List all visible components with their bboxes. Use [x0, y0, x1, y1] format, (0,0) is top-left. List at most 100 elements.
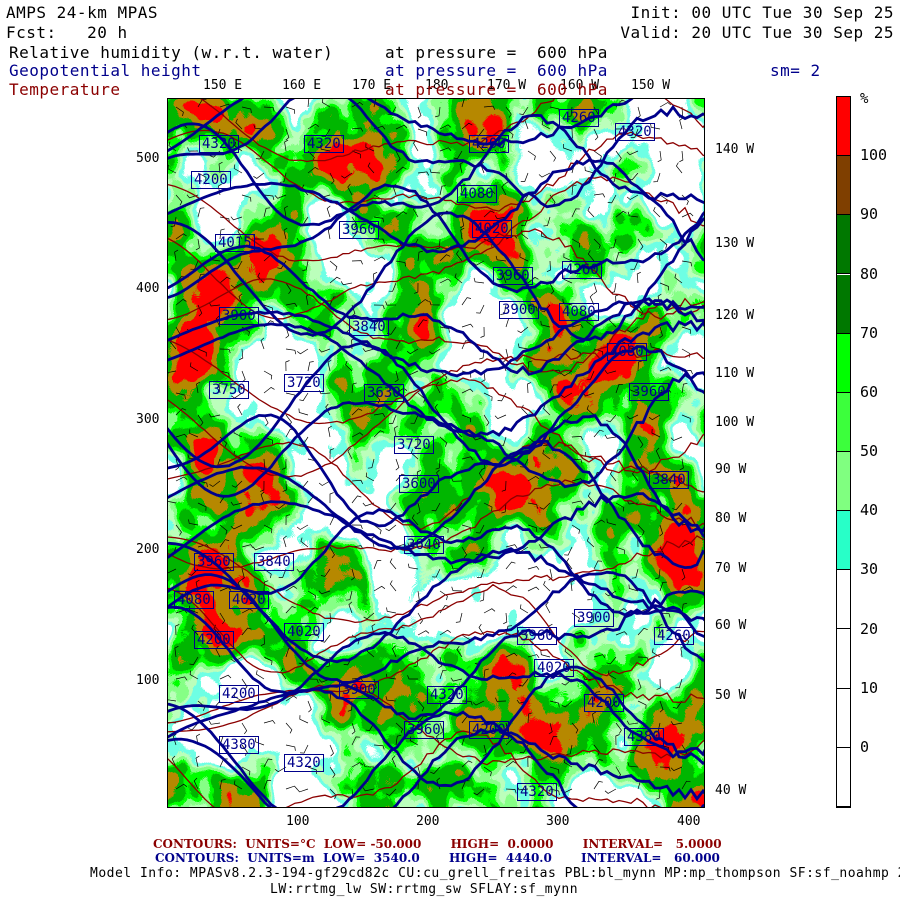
- valid-time: Valid: 20 UTC Tue 30 Sep 25: [620, 23, 894, 42]
- colorbar-segment: [837, 392, 850, 452]
- colorbar-label: 90: [860, 205, 879, 224]
- colorbar-label: 0: [860, 737, 870, 756]
- right-lon-label: 50 W: [715, 688, 747, 703]
- contour-label: 3960: [339, 221, 379, 239]
- contour-label: 3900: [339, 681, 379, 699]
- contour-label: 4260: [562, 261, 602, 279]
- temp-contour-info: CONTOURS: UNITS=°C LOW= -50.000 HIGH= 0.…: [153, 837, 722, 851]
- field-height-name: Geopotential height: [9, 61, 202, 80]
- contour-label: 4320: [615, 123, 655, 141]
- field-temp-level: at pressure = 600 hPa: [385, 80, 608, 99]
- right-lon-label: 110 W: [715, 366, 755, 381]
- height-contour-info: CONTOURS: UNITS=m LOW= 3540.0 HIGH= 4440…: [155, 851, 720, 865]
- left-y-label: 500: [136, 151, 160, 166]
- colorbar-label: 10: [860, 678, 879, 697]
- colorbar-segment: [837, 215, 850, 275]
- top-lon-label: 150 E: [203, 78, 243, 93]
- colorbar-segment: [837, 156, 850, 216]
- contour-label: 3750: [209, 381, 249, 399]
- colorbar-segment: [837, 511, 850, 571]
- contour-label: 4380: [624, 728, 664, 746]
- contour-label: 3900: [499, 301, 539, 319]
- contour-label: 4020: [284, 623, 324, 641]
- contour-label: 4320: [284, 754, 324, 772]
- contour-label: 3900: [219, 307, 259, 325]
- contour-label: 4320: [199, 135, 239, 153]
- right-lon-label: 100 W: [715, 415, 755, 430]
- contour-label: 3960: [404, 721, 444, 739]
- colorbar-label: 100: [860, 146, 888, 165]
- contour-label: 3960: [517, 627, 557, 645]
- contour-label: 4080: [559, 303, 599, 321]
- contour-label: 4260: [559, 109, 599, 127]
- right-lon-label: 90 W: [715, 462, 747, 477]
- contour-label: 4200: [469, 721, 509, 739]
- contour-label: 4320: [427, 686, 467, 704]
- colorbar-label: 40: [860, 501, 879, 520]
- bottom-x-label: 400: [677, 814, 701, 829]
- contour-label: 4020: [229, 591, 269, 609]
- model-info-physics: LW:rrtmg_lw SW:rrtmg_sw SFLAY:sf_mynn: [270, 882, 579, 897]
- contour-label: 4200: [219, 685, 259, 703]
- contour-label: 4200: [584, 694, 624, 712]
- forecast-hour: Fcst: 20 h: [6, 23, 128, 42]
- contour-label: 4260: [654, 627, 694, 645]
- contour-label: 3960: [194, 553, 234, 571]
- contour-label: 3840: [649, 471, 689, 489]
- colorbar-label: 20: [860, 619, 879, 638]
- right-lon-label: 80 W: [715, 511, 747, 526]
- bottom-x-label: 200: [416, 814, 440, 829]
- field-temp-name: Temperature: [9, 80, 121, 99]
- bottom-x-label: 300: [546, 814, 570, 829]
- contour-label: 4320: [517, 783, 557, 801]
- colorbar-segment: [837, 274, 850, 334]
- contour-label: 4200: [469, 135, 509, 153]
- colorbar-segment: [837, 570, 850, 630]
- colorbar-segment: [837, 97, 850, 157]
- contour-label: 4320: [304, 135, 344, 153]
- model-title: AMPS 24-km MPAS: [6, 3, 158, 22]
- colorbar-unit: %: [860, 91, 869, 107]
- right-lon-label: 70 W: [715, 561, 747, 576]
- colorbar-segment: [837, 333, 850, 393]
- top-lon-label: 150 W: [631, 78, 671, 93]
- contour-label: 3900: [574, 609, 614, 627]
- contour-label: 3640: [404, 536, 444, 554]
- left-y-label: 400: [136, 281, 160, 296]
- contour-label: 3840: [254, 553, 294, 571]
- colorbar-segment: [837, 452, 850, 512]
- bottom-x-label: 100: [286, 814, 310, 829]
- top-lon-label: 160 E: [282, 78, 322, 93]
- contour-label: 4080: [607, 343, 647, 361]
- contour-label: 4080: [174, 591, 214, 609]
- right-lon-label: 60 W: [715, 618, 747, 633]
- contour-label: 3960: [493, 267, 533, 285]
- contour-label: 3720: [284, 374, 324, 392]
- field-rh-name: Relative humidity (w.r.t. water): [9, 43, 334, 62]
- map-plot: 4260 4320 4320 4320 4200 4200 4080 4020 4015 3960…: [161, 73, 711, 858]
- contour-label: 3600: [399, 475, 439, 493]
- right-lon-label: 130 W: [715, 236, 755, 251]
- contour-label: 4080: [457, 185, 497, 203]
- right-lon-label: 120 W: [715, 308, 755, 323]
- colorbar-label: 60: [860, 382, 879, 401]
- contour-label: 4020: [534, 659, 574, 677]
- right-lon-label: 40 W: [715, 783, 747, 798]
- contour-label: 4200: [191, 171, 231, 189]
- colorbar-segment: [837, 688, 850, 748]
- contour-label: 3960: [629, 383, 669, 401]
- contour-label: 4015: [215, 234, 255, 252]
- smoothing-label: sm= 2: [770, 61, 821, 80]
- left-y-label: 300: [136, 412, 160, 427]
- colorbar-label: 80: [860, 264, 879, 283]
- colorbar-label: 50: [860, 442, 879, 460]
- left-y-label: 100: [136, 673, 160, 688]
- right-lon-label: 140 W: [715, 142, 755, 157]
- contour-label: 4380: [219, 736, 259, 754]
- contour-label: 4020: [472, 220, 512, 238]
- colorbar-label: 70: [860, 323, 879, 342]
- colorbar-label: 30: [860, 560, 879, 579]
- colorbar: [836, 96, 851, 808]
- contour-label: 4200: [194, 631, 234, 649]
- colorbar-segment: [837, 747, 850, 807]
